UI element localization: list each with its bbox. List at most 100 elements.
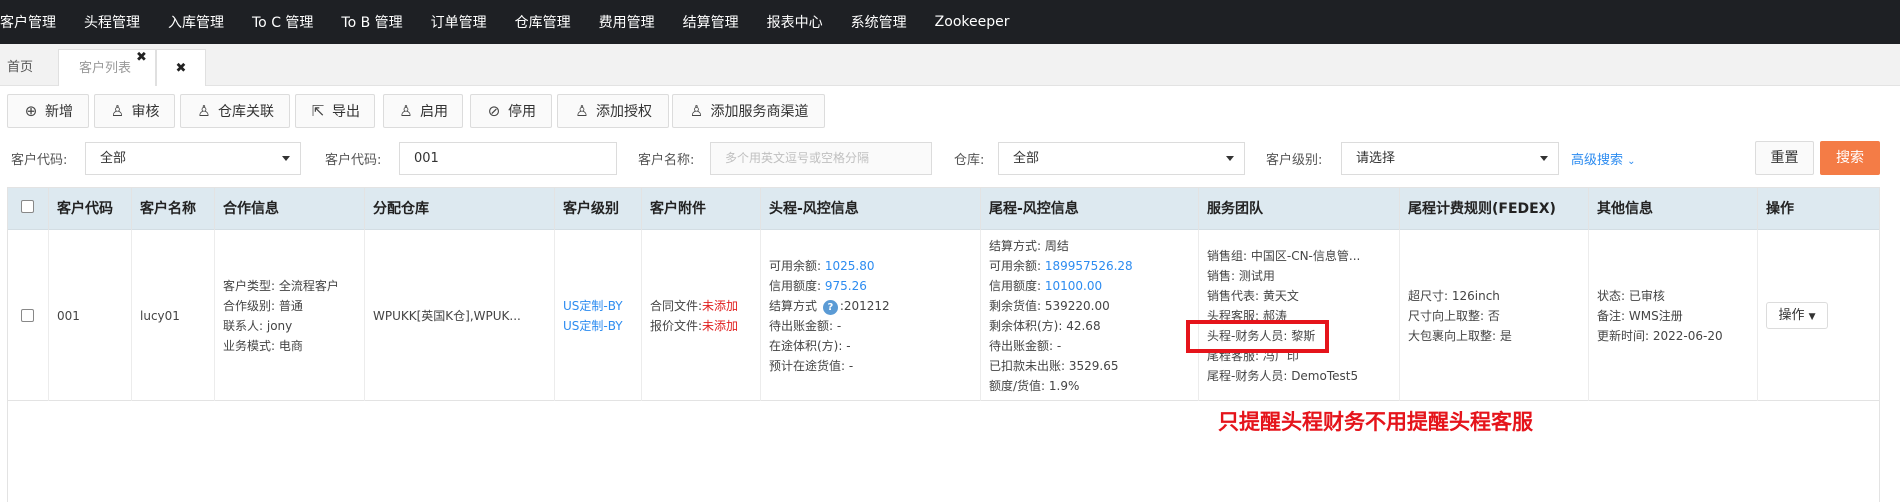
advanced-search-link[interactable]: 高级搜索 ⌄ xyxy=(1571,149,1636,168)
top-nav: 客户管理 头程管理 入库管理 To C 管理 To B 管理 订单管理 仓库管理… xyxy=(0,0,1900,44)
select-all-checkbox-cell xyxy=(8,188,48,230)
tail-deducted: 已扣款未出账: 3529.65 xyxy=(989,358,1119,373)
col-cooperation-info[interactable]: 合作信息 xyxy=(214,188,364,230)
tab-close-icon[interactable]: ✖ xyxy=(136,50,147,65)
coop-type: 客户类型: 全流程客户 xyxy=(223,278,339,293)
add-provider-channel-button[interactable]: ♙ 添加服务商渠道 xyxy=(672,94,825,128)
highlight-box xyxy=(1186,320,1329,353)
col-customer-code[interactable]: 客户代码 xyxy=(48,188,131,230)
cell-customer-attachment: 合同文件:未添加 报价文件:未添加 xyxy=(641,230,760,401)
toolbar: ⊕ 新增 ♙ 审核 ♙ 仓库关联 ⇱ 导出 ♙ 启用 ⊘ 停用 ♙ 添加授权 ♙ 添加服务商渠道 xyxy=(0,92,1900,132)
nav-customer-management[interactable]: 客户管理 xyxy=(0,12,56,32)
ban-icon: ⊘ xyxy=(487,102,501,120)
cell-other-info: 状态: 已审核 备注: WMS注册 更新时间: 2022-06-20 xyxy=(1588,230,1757,401)
chevron-down-icon: ⌄ xyxy=(1627,156,1636,167)
col-customer-name[interactable]: 客户名称 xyxy=(131,188,214,230)
cell-tail-fedex-rules: 超尺寸: 126inch 尺寸向上取整: 否 大包裹向上取整: 是 xyxy=(1399,230,1588,401)
head-balance: 可用余额: 1025.80 xyxy=(769,258,875,273)
team-sales-group: 销售组: 中国区-CN-信息管... xyxy=(1207,248,1361,263)
nav-order-management[interactable]: 订单管理 xyxy=(431,12,487,32)
reset-button[interactable]: 重置 xyxy=(1755,141,1814,175)
table-header: 客户代码 客户名称 合作信息 分配仓库 客户级别 客户附件 头程-风控信息 尾程… xyxy=(8,188,1879,230)
nav-warehouse-management[interactable]: 仓库管理 xyxy=(515,12,571,32)
col-other-info[interactable]: 其他信息 xyxy=(1588,188,1757,230)
customer-code-label-2: 客户代码: xyxy=(325,153,382,168)
user-icon: ♙ xyxy=(110,102,125,120)
col-assigned-warehouse[interactable]: 分配仓库 xyxy=(364,188,554,230)
fedex-size-roundup: 尺寸向上取整: 否 xyxy=(1408,308,1500,323)
customer-table: 客户代码 客户名称 合作信息 分配仓库 客户级别 客户附件 头程-风控信息 尾程… xyxy=(7,187,1880,502)
filter-bar: 客户代码: 全部 客户代码: 001 客户名称: 多个用英文逗号或空格分隔 仓库… xyxy=(0,140,1900,180)
customer-code-select-1[interactable]: 全部 xyxy=(85,142,301,175)
user-icon: ♙ xyxy=(575,102,589,120)
table-row: 001 lucy01 客户类型: 全流程客户 合作级别: 普通 联系人: jon… xyxy=(8,230,1879,401)
col-customer-level[interactable]: 客户级别 xyxy=(554,188,641,230)
plus-circle-icon: ⊕ xyxy=(24,102,38,120)
user-icon: ♙ xyxy=(197,102,211,120)
tab-close-all[interactable]: ✖ xyxy=(156,49,206,86)
caret-down-icon xyxy=(282,156,290,161)
select-all-checkbox[interactable] xyxy=(21,200,34,213)
other-remark: 备注: WMS注册 xyxy=(1597,308,1683,323)
head-credit: 信用额度: 975.26 xyxy=(769,278,867,293)
nav-tob-management[interactable]: To B 管理 xyxy=(341,12,402,32)
head-in-transit-volume: 在途体积(方): - xyxy=(769,338,851,353)
tab-bar: 首页 客户列表 ✖ ✖ xyxy=(0,44,1900,86)
quote-file-status[interactable]: 未添加 xyxy=(702,319,738,333)
tail-remaining-volume: 剩余体积(方): 42.68 xyxy=(989,318,1101,333)
nav-toc-management[interactable]: To C 管理 xyxy=(252,12,313,32)
nav-settlement-management[interactable]: 结算管理 xyxy=(683,12,739,32)
nav-zookeeper[interactable]: Zookeeper xyxy=(935,14,1010,30)
search-button[interactable]: 搜索 xyxy=(1820,141,1880,175)
tab-home[interactable]: 首页 xyxy=(0,49,58,86)
nav-report-center[interactable]: 报表中心 xyxy=(767,12,823,32)
cell-cooperation-info: 客户类型: 全流程客户 合作级别: 普通 联系人: jony 业务模式: 电商 xyxy=(214,230,364,401)
caret-down-icon xyxy=(1540,156,1548,161)
row-action-dropdown[interactable]: 操作 ▼ xyxy=(1766,302,1828,329)
row-checkbox[interactable] xyxy=(21,309,34,322)
customer-code-label-1: 客户代码: xyxy=(11,153,68,168)
enable-button[interactable]: ♙ 启用 xyxy=(383,94,463,128)
warehouse-link-button[interactable]: ♙ 仓库关联 xyxy=(180,94,290,128)
col-head-risk-info[interactable]: 头程-风控信息 xyxy=(760,188,980,230)
level-link[interactable]: US定制-BY xyxy=(563,296,641,316)
nav-first-leg-management[interactable]: 头程管理 xyxy=(84,12,140,32)
customer-name-label: 客户名称: xyxy=(638,153,695,168)
warehouse-label: 仓库: xyxy=(954,153,985,168)
col-service-team[interactable]: 服务团队 xyxy=(1198,188,1399,230)
audit-button[interactable]: ♙ 审核 xyxy=(94,94,175,128)
annotation-note: 只提醒头程财务不用提醒头程客服 xyxy=(1218,410,1533,434)
row-checkbox-cell xyxy=(8,230,48,401)
add-button[interactable]: ⊕ 新增 xyxy=(7,94,89,128)
col-tail-fedex-rules[interactable]: 尾程计费规则(FEDEX) xyxy=(1399,188,1588,230)
nav-system-management[interactable]: 系统管理 xyxy=(851,12,907,32)
help-icon[interactable]: ? xyxy=(822,299,838,315)
contract-file-status[interactable]: 未添加 xyxy=(702,299,738,313)
nav-inbound-management[interactable]: 入库管理 xyxy=(168,12,224,32)
customer-name-input[interactable]: 多个用英文逗号或空格分隔 xyxy=(710,142,932,175)
customer-level-select[interactable]: 请选择 xyxy=(1341,142,1559,175)
level-link[interactable]: US定制-BY xyxy=(563,316,641,336)
export-icon: ⇱ xyxy=(311,102,325,120)
warehouse-select[interactable]: 全部 xyxy=(998,142,1245,175)
tail-credit: 信用额度: 10100.00 xyxy=(989,278,1103,293)
fedex-oversize: 超尺寸: 126inch xyxy=(1408,288,1500,303)
cell-assigned-warehouse: WPUKK[英国K仓],WPUK... xyxy=(364,230,554,401)
user-icon: ♙ xyxy=(689,102,704,120)
col-actions[interactable]: 操作 xyxy=(1757,188,1879,230)
nav-fee-management[interactable]: 费用管理 xyxy=(599,12,655,32)
add-auth-button[interactable]: ♙ 添加授权 xyxy=(557,94,669,128)
col-tail-risk-info[interactable]: 尾程-风控信息 xyxy=(980,188,1198,230)
other-status: 状态: 已审核 xyxy=(1597,288,1665,303)
disable-button[interactable]: ⊘ 停用 xyxy=(470,94,552,128)
tail-settle: 结算方式: 周结 xyxy=(989,238,1069,253)
customer-code-input[interactable]: 001 xyxy=(399,142,617,175)
contract-file: 合同文件:未添加 xyxy=(650,298,739,313)
close-icon: ✖ xyxy=(175,61,187,76)
user-icon: ♙ xyxy=(399,102,413,120)
coop-contact: 联系人: jony xyxy=(223,318,293,333)
export-button[interactable]: ⇱ 导出 xyxy=(295,94,375,128)
col-customer-attachment[interactable]: 客户附件 xyxy=(641,188,760,230)
team-sales-rep: 销售代表: 黄天文 xyxy=(1207,288,1299,303)
cell-actions: 操作 ▼ xyxy=(1757,230,1879,401)
